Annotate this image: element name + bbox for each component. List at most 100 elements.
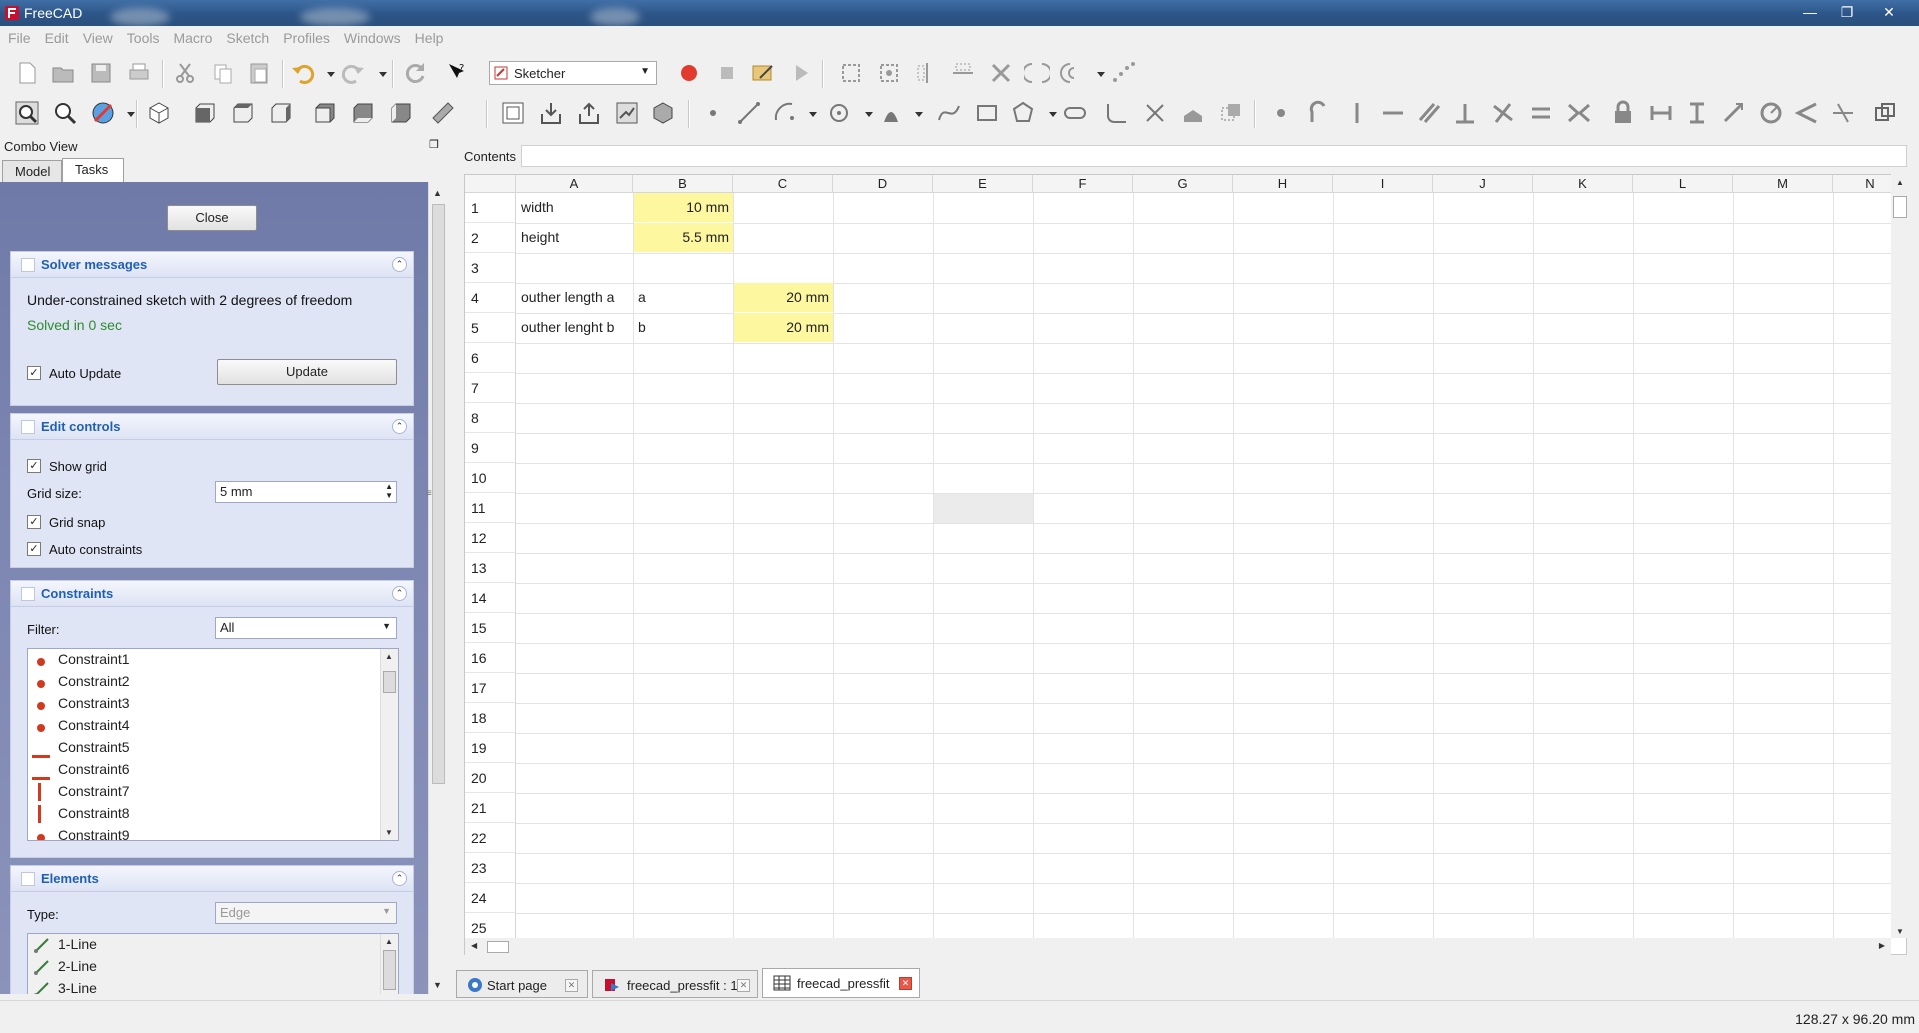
filter-select[interactable]: All ▼ [215,617,397,639]
fit-selection-icon[interactable] [52,100,78,126]
column-header[interactable]: E [933,175,1033,193]
arc-tools-dropdown-icon[interactable] [1088,60,1105,86]
cell-b5[interactable]: b [634,313,733,342]
scroll-down-icon[interactable]: ▼ [385,828,393,837]
column-header[interactable]: F [1033,175,1133,193]
fit-all-icon[interactable] [14,100,40,126]
row-header[interactable]: 14 [465,583,516,613]
arc-tools-icon[interactable] [1060,60,1086,86]
scroll-down-icon[interactable]: ▼ [433,980,442,990]
row-header[interactable]: 20 [465,763,516,793]
column-header[interactable]: L [1633,175,1733,193]
column-header[interactable]: K [1533,175,1633,193]
vertical-constraint-icon[interactable] [1344,100,1370,126]
redo-icon[interactable] [340,60,366,86]
close-tab-icon[interactable]: ✕ [565,979,578,992]
cell-c5[interactable]: 20 mm [734,313,833,342]
row-header[interactable]: 19 [465,733,516,763]
equal-constraint-icon[interactable] [1528,100,1554,126]
tab-model[interactable]: Model [2,160,62,182]
column-header[interactable]: A [516,175,633,193]
cell-e11[interactable] [934,494,1033,523]
refresh-icon[interactable] [402,60,428,86]
left-view-icon[interactable] [388,100,414,126]
symmetric-points-icon[interactable] [1110,60,1136,86]
splitter-handle[interactable]: ≡ [426,488,432,499]
close-tab-icon[interactable]: ✕ [737,979,750,992]
print-icon[interactable] [126,60,152,86]
bspline-icon[interactable] [936,100,962,126]
perpendicular-constraint-icon[interactable] [1452,100,1478,126]
row-header[interactable]: 1 [465,193,516,223]
auto-update-checkbox[interactable]: ✓ [27,366,41,380]
cell-a4[interactable]: outher length a [517,283,632,312]
rectangle-icon[interactable] [974,100,1000,126]
corner-header[interactable] [465,175,516,193]
float-panel-icon[interactable]: ❐ [429,138,439,151]
column-header[interactable]: H [1233,175,1333,193]
contents-input[interactable] [521,145,1907,167]
show-grid-checkbox[interactable]: ✓ [27,459,41,473]
scroll-up-icon[interactable]: ▲ [1896,178,1904,187]
macro-edit-icon[interactable] [750,60,776,86]
select-vertical-axis-icon[interactable] [914,60,940,86]
macro-run-icon[interactable] [788,60,814,86]
row-header[interactable]: 12 [465,523,516,553]
lock-constraint-icon[interactable] [1610,100,1636,126]
radius-constraint-icon[interactable] [1758,100,1784,126]
menu-macro[interactable]: Macro [165,26,218,46]
right-view-icon[interactable] [268,100,294,126]
column-header[interactable]: G [1133,175,1233,193]
constraints-list[interactable]: Constraint1 Constraint2 Constraint3 Cons… [27,648,399,841]
circle-dropdown-icon[interactable] [856,100,873,126]
row-header[interactable]: 10 [465,463,516,493]
row-header[interactable]: 9 [465,433,516,463]
carbon-copy-icon[interactable] [1218,100,1244,126]
spreadsheet-grid[interactable]: A B C D E F G H I J K L M N 1 2 3 4 5 6 … [464,174,1907,955]
row-header[interactable]: 22 [465,823,516,853]
point-icon[interactable] [700,100,726,126]
row-header[interactable]: 17 [465,673,516,703]
list-item[interactable]: 1-Line [28,934,380,956]
copy-icon[interactable] [210,60,236,86]
select-origin-icon[interactable] [876,60,902,86]
arc-dropdown-icon[interactable] [800,100,817,126]
minimize-button[interactable]: — [1792,2,1828,22]
draw-style-dropdown-icon[interactable] [118,100,135,126]
open-file-icon[interactable] [50,60,76,86]
toggle-constraint-icon[interactable] [1872,100,1898,126]
spin-arrows-icon[interactable]: ▲ ▼ [385,482,393,500]
row-header[interactable]: 23 [465,853,516,883]
menu-help[interactable]: Help [407,26,450,46]
column-header[interactable]: J [1433,175,1533,193]
scroll-up-icon[interactable]: ▲ [385,652,393,661]
top-view-icon[interactable] [230,100,256,126]
cell-b2[interactable]: 5.5 mm [634,223,733,252]
conic-icon[interactable] [878,100,904,126]
fillet-icon[interactable] [1104,100,1130,126]
macro-record-icon[interactable] [676,60,702,86]
whats-this-icon[interactable]: ? [444,60,470,86]
row-header[interactable]: 24 [465,883,516,913]
grid-snap-checkbox[interactable]: ✓ [27,515,41,529]
menu-sketch[interactable]: Sketch [218,26,275,46]
menu-file[interactable]: File [0,26,37,46]
map-sketch-icon[interactable] [614,100,640,126]
snells-law-icon[interactable] [1830,100,1856,126]
collapse-icon[interactable]: ⌃ [392,419,407,434]
horizontal-constraint-icon[interactable] [1380,100,1406,126]
row-header[interactable]: 18 [465,703,516,733]
type-select[interactable]: Edge ▼ [215,902,397,924]
menu-view[interactable]: View [75,26,119,46]
save-icon[interactable] [88,60,114,86]
bottom-view-icon[interactable] [350,100,376,126]
scroll-left-icon[interactable]: ◀ [471,941,477,950]
macro-stop-icon[interactable] [714,60,740,86]
elements-header[interactable]: Elements ⌃ [11,866,413,892]
task-panel-scrollbar[interactable]: ▲ ▼ [428,182,447,994]
tab-tasks[interactable]: Tasks [62,158,124,182]
menu-edit[interactable]: Edit [37,26,75,46]
scroll-thumb[interactable] [487,941,509,953]
collapse-icon[interactable]: ⌃ [392,257,407,272]
column-header[interactable]: B [633,175,733,193]
